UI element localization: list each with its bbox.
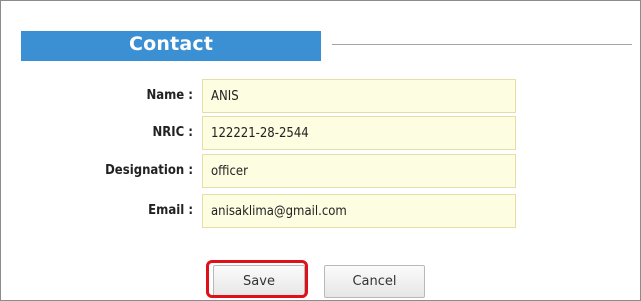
save-button[interactable]: Save [213,265,305,298]
designation-field[interactable] [202,154,516,188]
email-label: Email : [148,203,193,218]
designation-row: Designation : [1,154,641,188]
name-field[interactable] [202,79,516,113]
email-field[interactable] [202,194,516,228]
section-title: Contact [129,33,214,55]
cancel-button[interactable]: Cancel [324,265,425,298]
nric-field[interactable] [202,116,516,150]
designation-label: Designation : [105,163,193,178]
header-divider [332,44,632,45]
email-row: Email : [1,194,641,228]
contact-section-header: Contact [21,31,321,61]
nric-row: NRIC : [1,116,641,150]
contact-form-panel: Contact Name : NRIC : Designation : Emai… [0,0,641,301]
nric-label: NRIC : [152,125,193,140]
name-label: Name : [146,88,193,103]
name-row: Name : [1,79,641,113]
